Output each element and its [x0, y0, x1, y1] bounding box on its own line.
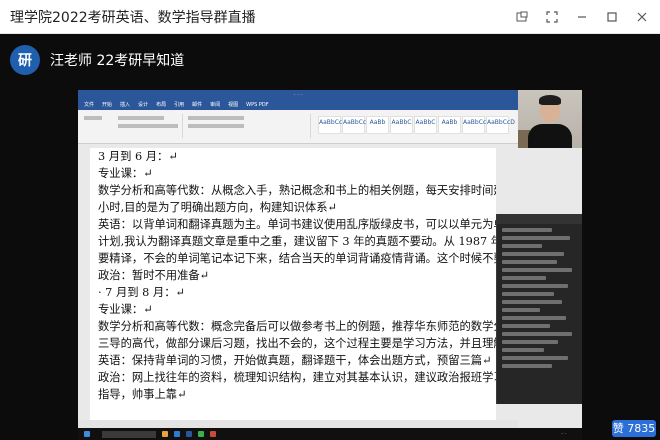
chat-row — [502, 308, 540, 312]
host-name: 汪老师 22考研早知道 — [50, 53, 185, 69]
doc-line: 小时,目的是为了明确出题方向，构建知识体系↵ — [98, 201, 337, 214]
side-panel-header — [497, 214, 582, 224]
presenter-body — [528, 124, 572, 148]
doc-line: 专业课：↵ — [98, 303, 153, 316]
chat-row — [502, 316, 566, 320]
word-tab[interactable]: 邮件 — [192, 100, 202, 110]
chat-row — [502, 356, 568, 360]
style-swatch[interactable]: AaBb — [438, 116, 461, 134]
chat-row — [502, 236, 570, 240]
style-swatch[interactable]: AaBbCcD — [462, 116, 491, 134]
ribbon-divider — [182, 114, 183, 138]
doc-line: 专业课：↵ — [98, 167, 153, 180]
doc-line: 指导，帅事上靠↵ — [98, 388, 187, 401]
chat-row — [502, 260, 557, 264]
chat-row — [502, 276, 546, 280]
chat-row — [502, 300, 562, 304]
style-swatch[interactable]: AaBbCcD — [486, 116, 515, 134]
style-swatch[interactable]: AaBbCcDd — [318, 116, 351, 134]
word-tab[interactable]: 布局 — [156, 100, 166, 110]
doc-line: 3 月到 6 月：↵ — [98, 150, 178, 163]
word-tab[interactable]: 插入 — [120, 100, 130, 110]
like-count-badge[interactable]: 赞 7835 — [612, 420, 656, 437]
chat-app-icon[interactable] — [198, 431, 204, 437]
chat-row — [502, 364, 552, 368]
host-avatar[interactable]: 研 — [10, 45, 40, 75]
browser-icon[interactable] — [174, 431, 180, 437]
font-box[interactable] — [118, 116, 164, 120]
chat-row — [502, 268, 572, 272]
doc-line: · 7 月到 8 月：↵ — [98, 286, 185, 299]
word-icon[interactable] — [186, 431, 192, 437]
chat-row — [502, 292, 554, 296]
word-status-bar — [78, 420, 518, 428]
word-tab[interactable]: 设计 — [138, 100, 148, 110]
maximize-icon[interactable] — [600, 5, 624, 29]
chat-row — [502, 324, 550, 328]
window-title: 理学院2022考研英语、数学指导群直播 — [10, 9, 256, 26]
word-tab[interactable]: 引用 — [174, 100, 184, 110]
chat-row — [502, 244, 542, 248]
word-ribbon-tabs: 文件 开始 插入 设计 布局 引用 邮件 审阅 视图 WPS PDF — [78, 100, 518, 110]
windows-taskbar: · · — [78, 428, 582, 440]
host-bar: 研 汪老师 22考研早知道 — [0, 34, 660, 86]
chat-side-panel — [496, 214, 582, 404]
doc-line: 三导的高代，做部分课后习题，找出不会的，这个过程主要是学习方法，并且理解概念。↵ — [98, 337, 496, 350]
word-tab[interactable]: 文件 — [84, 100, 94, 110]
doc-line: 数学分析和高等代数：从概念入手，熟记概念和书上的相关例题，每天安排时间建议 4 … — [98, 184, 496, 197]
chat-row — [502, 340, 558, 344]
word-ribbon: AaBbCcDd AaBbCcDd AaBb AaBbC AaBbC AaBb … — [78, 110, 518, 144]
word-tab[interactable]: 开始 — [102, 100, 112, 110]
paragraph-row[interactable] — [188, 116, 244, 120]
chat-row — [502, 332, 572, 336]
word-tab[interactable]: 审阅 — [210, 100, 220, 110]
presenter-hair — [539, 95, 561, 105]
font-format-row[interactable] — [118, 124, 178, 128]
minimize-icon[interactable] — [570, 5, 594, 29]
word-tab[interactable]: WPS PDF — [246, 100, 268, 110]
style-swatch[interactable]: AaBbCcDd — [342, 116, 375, 134]
close-icon[interactable] — [630, 5, 654, 29]
chat-row — [502, 228, 552, 232]
chat-row — [502, 348, 544, 352]
taskbar-search[interactable] — [102, 430, 156, 438]
shared-screen: · · · 文件 开始 插入 设计 布局 引用 邮件 审阅 视图 WPS PDF… — [78, 90, 582, 440]
app-icon[interactable] — [210, 431, 216, 437]
window-titlebar: 理学院2022考研英语、数学指导群直播 — [0, 0, 660, 34]
ribbon-divider — [310, 114, 311, 138]
live-stage: 研 汪老师 22考研早知道 · · · 文件 开始 插入 设计 布局 引用 邮件… — [0, 34, 660, 440]
start-icon[interactable] — [84, 431, 90, 437]
folder-icon[interactable] — [162, 431, 168, 437]
doc-line: 英语：保持背单词的习惯，开始做真题，翻译题干，体会出题方式，预留三篇↵ — [98, 354, 492, 367]
doc-line: 英语：以背单词和翻译真题为主。单词书建议使用乱序版绿皮书，可以以单元为单位，制定 — [98, 218, 496, 231]
doc-line: 要精译，不会的单词笔记本记下来，结合当天的单词背诵疫情背诵。这个时候不要做题。↵ — [98, 252, 496, 265]
doc-line: 政治：网上找往年的资料，梳理知识结构，建立对其基本认识，建议政治报班学习，有老师 — [98, 371, 496, 384]
word-tab[interactable]: 视图 — [228, 100, 238, 110]
webcam-video[interactable] — [518, 90, 582, 148]
style-swatch[interactable]: AaBbC — [390, 116, 413, 134]
document-page[interactable]: 3 月到 6 月：↵ 专业课：↵ 数学分析和高等代数：从概念入手，熟记概念和书上… — [90, 148, 496, 432]
doc-line: 计划,我认为翻译真题文章是重中之重，建议留下 3 年的真题不要动。从 1987 … — [98, 235, 496, 248]
paragraph-row-2[interactable] — [188, 124, 244, 128]
clipboard-group[interactable] — [84, 116, 102, 120]
style-swatch[interactable]: AaBb — [366, 116, 389, 134]
style-swatch[interactable]: AaBbC — [414, 116, 437, 134]
doc-line: 数学分析和高等代数：概念完备后可以做参考书上的例题，推荐华东师范的数学分析辅导和 — [98, 320, 496, 333]
chat-row — [502, 252, 564, 256]
fullscreen-icon[interactable] — [540, 5, 564, 29]
word-titlebar: · · · — [78, 90, 518, 100]
doc-line: 政治：暂时不用准备↵ — [98, 269, 210, 282]
taskbar-clock: · · — [561, 431, 566, 437]
popout-icon[interactable] — [510, 5, 534, 29]
chat-row — [502, 284, 568, 288]
